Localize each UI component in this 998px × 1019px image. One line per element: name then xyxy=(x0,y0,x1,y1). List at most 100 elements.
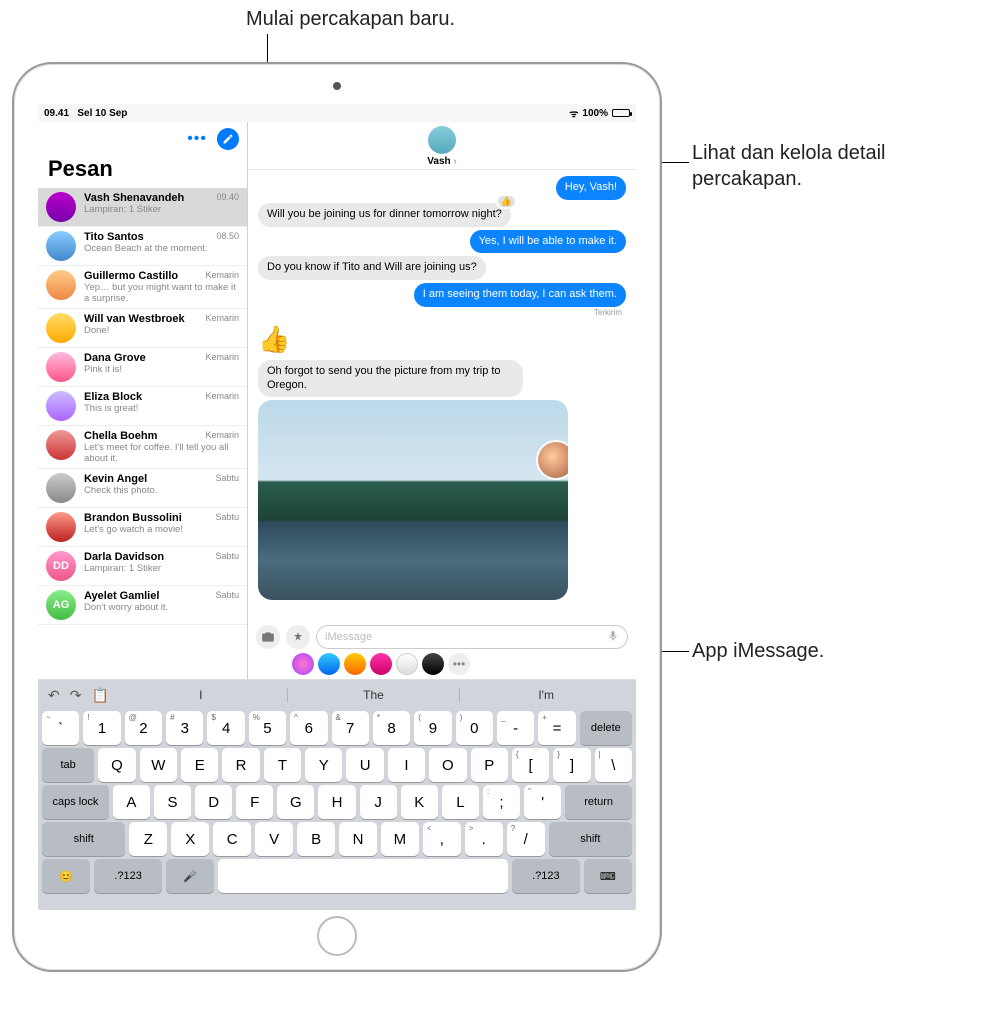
key-tab[interactable]: tab xyxy=(42,748,94,782)
key-sym[interactable]: {[ xyxy=(512,748,549,782)
key-n[interactable]: N xyxy=(339,822,377,856)
photo-message[interactable] xyxy=(258,400,568,600)
contact-avatar[interactable] xyxy=(428,126,456,154)
key-s[interactable]: S xyxy=(154,785,191,819)
undo-icon[interactable]: ↶ xyxy=(48,687,60,704)
key-sym[interactable]: += xyxy=(538,711,575,745)
key-e[interactable]: E xyxy=(181,748,218,782)
key-0[interactable]: )0 xyxy=(456,711,493,745)
key-y[interactable]: Y xyxy=(305,748,342,782)
key-r[interactable]: R xyxy=(222,748,259,782)
key-v[interactable]: V xyxy=(255,822,293,856)
conversation-item[interactable]: Eliza Block Kemarin This is great! xyxy=(38,387,247,426)
key-sym[interactable]: :; xyxy=(483,785,520,819)
clipboard-icon[interactable]: 📋 xyxy=(91,687,108,704)
message-bubble-out[interactable]: Yes, I will be able to make it. xyxy=(470,230,626,254)
key-delete[interactable]: delete xyxy=(580,711,632,745)
conversation-item[interactable]: Vash Shenavandeh 09.40 Lampiran: 1 Stike… xyxy=(38,188,247,227)
key-5[interactable]: %5 xyxy=(249,711,286,745)
key-symsym[interactable]: 🎤 xyxy=(166,859,214,893)
suggestion[interactable]: I xyxy=(115,688,287,702)
key-sym[interactable]: <, xyxy=(423,822,461,856)
message-bubble-out[interactable]: I am seeing them today, I can ask them. xyxy=(414,283,626,307)
suggestion[interactable]: I'm xyxy=(459,688,632,702)
appstore-app-icon[interactable] xyxy=(318,653,340,675)
animoji-app-icon[interactable] xyxy=(422,653,444,675)
key-z[interactable]: Z xyxy=(129,822,167,856)
key-8[interactable]: *8 xyxy=(373,711,410,745)
key-sym[interactable]: ?/ xyxy=(507,822,545,856)
conversation-item[interactable]: Brandon Bussolini Sabtu Let's go watch a… xyxy=(38,508,247,547)
conversation-item[interactable]: AG Ayelet Gamliel Sabtu Don't worry abou… xyxy=(38,586,247,625)
key-u[interactable]: U xyxy=(346,748,383,782)
key-o[interactable]: O xyxy=(429,748,466,782)
key-2[interactable]: @2 xyxy=(125,711,162,745)
key-a[interactable]: A xyxy=(113,785,150,819)
key-capssymlock[interactable]: caps lock xyxy=(42,785,109,819)
key-m[interactable]: M xyxy=(381,822,419,856)
conversation-list[interactable]: Vash Shenavandeh 09.40 Lampiran: 1 Stike… xyxy=(38,188,247,679)
key-4[interactable]: $4 xyxy=(207,711,244,745)
key-1[interactable]: !1 xyxy=(83,711,120,745)
conversation-item[interactable]: DD Darla Davidson Sabtu Lampiran: 1 Stik… xyxy=(38,547,247,586)
suggestion[interactable]: The xyxy=(287,688,460,702)
key-6[interactable]: ^6 xyxy=(290,711,327,745)
key-sym[interactable]: |\ xyxy=(595,748,632,782)
conversation-header[interactable]: Vash xyxy=(248,122,636,170)
key-d[interactable]: D xyxy=(195,785,232,819)
more-apps-icon[interactable]: ••• xyxy=(448,653,470,675)
key-return[interactable]: return xyxy=(565,785,632,819)
conversation-item[interactable]: Chella Boehm Kemarin Let's meet for coff… xyxy=(38,426,247,469)
contact-name[interactable]: Vash xyxy=(248,156,636,167)
emoji-message[interactable]: 👍 xyxy=(258,324,290,355)
key-9[interactable]: (9 xyxy=(414,711,451,745)
key-space[interactable] xyxy=(218,859,508,893)
conversation-item[interactable]: Guillermo Castillo Kemarin Yep… but you … xyxy=(38,266,247,309)
more-options-button[interactable]: ••• xyxy=(187,130,207,148)
message-bubble-in[interactable]: Do you know if Tito and Will are joining… xyxy=(258,256,486,280)
key-i[interactable]: I xyxy=(388,748,425,782)
key-g[interactable]: G xyxy=(277,785,314,819)
conversation-item[interactable]: Tito Santos 08.50 Ocean Beach at the mom… xyxy=(38,227,247,266)
keyboard[interactable]: ↶ ↷ 📋 ITheI'm ~`!1@2#3$4%5^6&7*8(9)0_-+=… xyxy=(38,680,636,910)
key-t[interactable]: T xyxy=(264,748,301,782)
key-sym[interactable]: >. xyxy=(465,822,503,856)
message-bubble-in[interactable]: Will you be joining us for dinner tomorr… xyxy=(258,203,511,227)
conversation-item[interactable]: Kevin Angel Sabtu Check this photo. xyxy=(38,469,247,508)
key-symsym123[interactable]: .?123 xyxy=(512,859,580,893)
appstore-button[interactable] xyxy=(286,625,310,649)
key-c[interactable]: C xyxy=(213,822,251,856)
key-h[interactable]: H xyxy=(318,785,355,819)
music-app-icon[interactable] xyxy=(396,653,418,675)
compose-button[interactable] xyxy=(217,128,239,150)
key-symsym123[interactable]: .?123 xyxy=(94,859,162,893)
key-f[interactable]: F xyxy=(236,785,273,819)
photos-app-icon[interactable] xyxy=(292,653,314,675)
key-sym[interactable]: "' xyxy=(524,785,561,819)
key-sym[interactable]: ~` xyxy=(42,711,79,745)
message-input[interactable]: iMessage xyxy=(316,625,628,649)
home-button[interactable] xyxy=(317,916,357,956)
memoji-app-icon[interactable] xyxy=(344,653,366,675)
key-x[interactable]: X xyxy=(171,822,209,856)
key-shift[interactable]: shift xyxy=(549,822,632,856)
digitaltouch-app-icon[interactable] xyxy=(370,653,392,675)
message-bubble-in[interactable]: Oh forgot to send you the picture from m… xyxy=(258,360,523,398)
key-3[interactable]: #3 xyxy=(166,711,203,745)
key-b[interactable]: B xyxy=(297,822,335,856)
key-sym[interactable]: }] xyxy=(553,748,590,782)
message-bubble-out[interactable]: Hey, Vash! xyxy=(556,176,626,200)
key-7[interactable]: &7 xyxy=(332,711,369,745)
key-j[interactable]: J xyxy=(360,785,397,819)
conversation-item[interactable]: Dana Grove Kemarin Pink it is! xyxy=(38,348,247,387)
messages-area[interactable]: Hey, Vash! Will you be joining us for din… xyxy=(248,170,636,621)
redo-icon[interactable]: ↷ xyxy=(70,687,82,704)
key-shift[interactable]: shift xyxy=(42,822,125,856)
key-q[interactable]: Q xyxy=(98,748,135,782)
key-sym[interactable]: ⌨ xyxy=(584,859,632,893)
camera-button[interactable] xyxy=(256,625,280,649)
conversation-item[interactable]: Will van Westbroek Kemarin Done! xyxy=(38,309,247,348)
key-p[interactable]: P xyxy=(471,748,508,782)
key-l[interactable]: L xyxy=(442,785,479,819)
key-w[interactable]: W xyxy=(140,748,177,782)
